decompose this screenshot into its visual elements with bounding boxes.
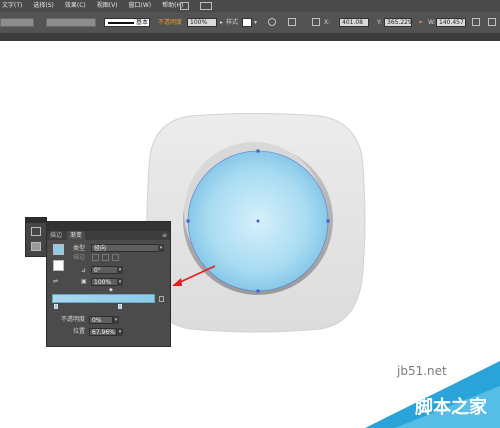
- opacity-field[interactable]: 100%: [187, 18, 217, 27]
- angle-icon: ⊿: [81, 267, 87, 274]
- location-dropdown-arrow[interactable]: ▾: [117, 328, 123, 336]
- gradient-stop-right[interactable]: [118, 304, 122, 309]
- opacity-dropdown-arrow[interactable]: ▾: [113, 316, 119, 324]
- menu-view[interactable]: 视图(V): [97, 0, 118, 12]
- type-dropdown-arrow[interactable]: ▾: [158, 244, 164, 252]
- gradient-panel-icon[interactable]: [31, 242, 41, 251]
- center-point[interactable]: [256, 219, 260, 223]
- x-label: X:: [324, 19, 331, 26]
- panel-title-bar[interactable]: [47, 222, 170, 231]
- type-label: 类型: [73, 245, 86, 252]
- y-field[interactable]: 365.229: [384, 18, 412, 27]
- anchor-point-right[interactable]: [326, 219, 330, 223]
- angle-field[interactable]: 0°: [91, 266, 119, 274]
- x-field[interactable]: 401.08: [339, 18, 369, 27]
- reference-point-icon[interactable]: [312, 18, 320, 26]
- y-label: Y:: [377, 19, 382, 26]
- anchor-point-bottom[interactable]: [256, 289, 260, 293]
- stroke-gradient-icon-3: [112, 254, 119, 261]
- stroke-label: 描边: [73, 254, 86, 261]
- menu-effect[interactable]: 效果(C): [65, 0, 86, 12]
- stroke-weight-field[interactable]: [46, 18, 96, 27]
- type-dropdown[interactable]: 径向: [91, 244, 163, 252]
- gradient-stop-left[interactable]: [54, 304, 58, 309]
- style-swatch[interactable]: [242, 18, 252, 27]
- arrange-documents-icon[interactable]: [200, 2, 212, 10]
- fill-stroke-icon[interactable]: [53, 260, 64, 271]
- aspect-dropdown-arrow[interactable]: ▾: [117, 278, 123, 286]
- stroke-gradient-icon-2: [102, 254, 109, 261]
- fill-swatch[interactable]: [0, 18, 34, 27]
- tab-strip: [0, 33, 500, 41]
- anchor-point-top[interactable]: [256, 149, 260, 153]
- watermark-url: jb51.net: [397, 364, 447, 378]
- panel-menu-icon[interactable]: ≡: [162, 231, 167, 240]
- menu-select[interactable]: 选择(S): [33, 0, 54, 12]
- transform-icon[interactable]: [472, 18, 480, 26]
- location-field[interactable]: 67.96%: [89, 328, 117, 336]
- opacity-label: 不透明度: [61, 316, 86, 323]
- align-icon[interactable]: [288, 18, 296, 26]
- stroke-style-label: 基本: [136, 19, 149, 26]
- link-icon[interactable]: ⚭: [418, 18, 423, 27]
- tab-gradient[interactable]: 渐变: [67, 231, 86, 240]
- style-label: 样式: [226, 19, 239, 26]
- menu-bar: 文字(T) 选择(S) 效果(C) 视图(V) 窗口(W) 帮助(H): [0, 0, 500, 12]
- tab-stroke[interactable]: 描边: [47, 231, 65, 240]
- control-bar: 基本 不透明度 100% ▸ 样式 ▾ X: 401.08 Y: 365.229…: [0, 12, 500, 33]
- opacity-field[interactable]: 0%: [89, 316, 113, 324]
- menu-window[interactable]: 窗口(W): [129, 0, 152, 12]
- bridge-icon[interactable]: [180, 2, 189, 10]
- watermark-text: 脚本之家: [415, 397, 487, 418]
- gradient-panel: 描边 渐变 ≡ ▾ 类型 径向 ▾ 描边 ⊿ 0° ▾ ⇌ ▣ 100% ▾ ◆…: [46, 221, 171, 347]
- collapsed-panel-strip: [25, 217, 47, 257]
- aspect-ratio-icon: ▣: [81, 278, 87, 285]
- recolor-icon[interactable]: [268, 18, 276, 26]
- panel-menu-icon[interactable]: [488, 18, 496, 26]
- opacity-dropdown-icon[interactable]: ▸: [220, 19, 223, 26]
- aspect-ratio-field[interactable]: 100%: [91, 278, 119, 286]
- panel-tabs: 描边 渐变 ≡: [47, 231, 170, 240]
- stroke-style-dropdown[interactable]: 基本: [104, 18, 150, 27]
- w-label: W:: [428, 19, 436, 26]
- opacity-label[interactable]: 不透明度: [158, 18, 182, 27]
- gradient-slider-bar[interactable]: [52, 294, 155, 303]
- anchor-point-left[interactable]: [186, 219, 190, 223]
- gradient-preview-swatch[interactable]: [53, 244, 64, 255]
- panel-strip-header[interactable]: [26, 218, 46, 223]
- reverse-gradient-icon[interactable]: ⇌: [53, 277, 58, 286]
- stroke-panel-icon[interactable]: [31, 227, 41, 236]
- stroke-gradient-icon-1: [92, 254, 99, 261]
- stroke-preview-line: [108, 22, 134, 24]
- angle-dropdown-arrow[interactable]: ▾: [117, 266, 123, 274]
- location-label: 位置: [73, 328, 86, 335]
- delete-stop-icon[interactable]: [159, 296, 164, 302]
- menu-type[interactable]: 文字(T): [2, 0, 22, 12]
- style-dropdown-icon[interactable]: ▾: [254, 19, 257, 26]
- w-field[interactable]: 140.457: [436, 18, 466, 27]
